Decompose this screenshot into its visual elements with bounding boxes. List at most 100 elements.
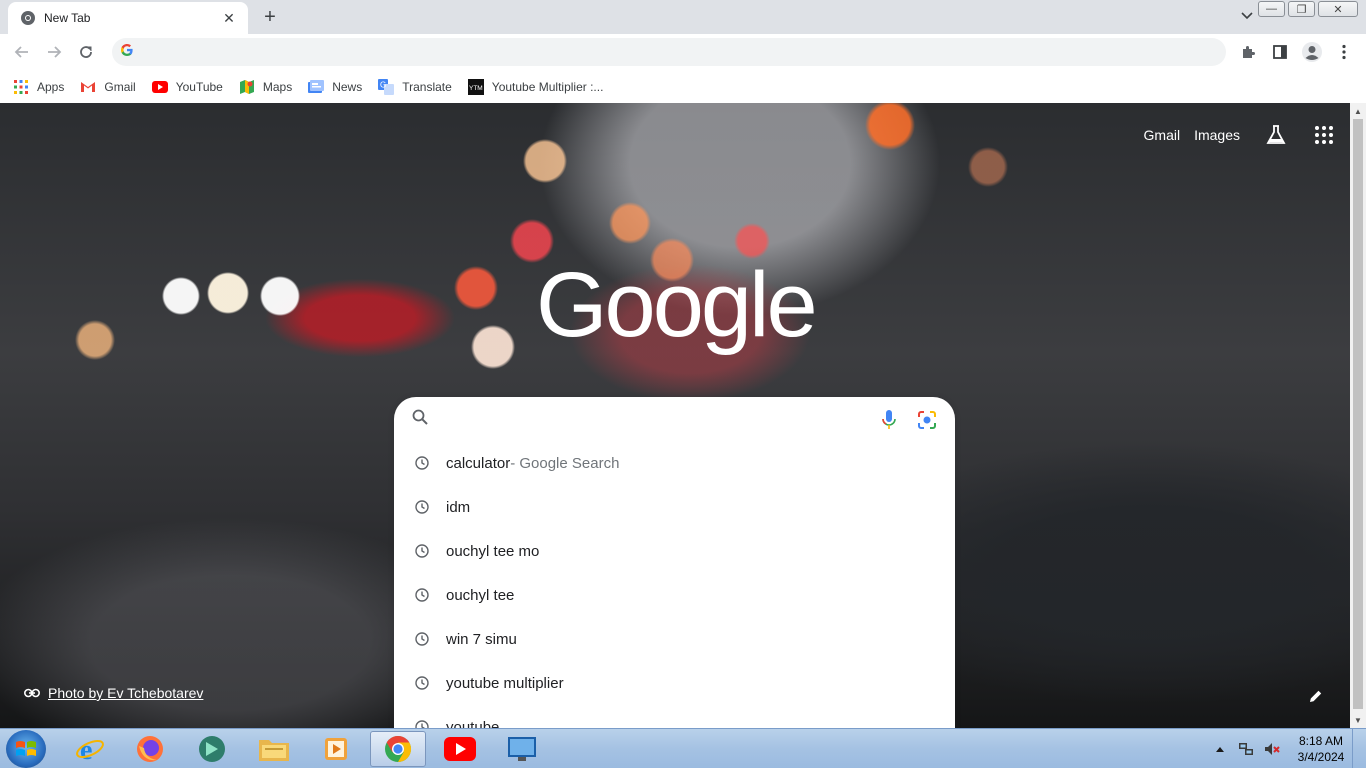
scroll-thumb[interactable] xyxy=(1353,119,1363,709)
bookmark-youtube-multiplier[interactable]: YTM Youtube Multiplier :... xyxy=(467,78,604,95)
suggestion-item[interactable]: idm xyxy=(394,485,955,529)
search-icon xyxy=(412,409,428,430)
suggestion-text: calculator xyxy=(446,454,511,472)
network-icon[interactable] xyxy=(1238,741,1254,757)
history-clock-icon xyxy=(414,719,430,728)
suggestion-text: ouchyl tee xyxy=(446,586,515,604)
side-panel-icon[interactable] xyxy=(1269,41,1291,63)
youtube-icon xyxy=(151,79,168,95)
images-link[interactable]: Images xyxy=(1194,127,1240,143)
omnibox[interactable] xyxy=(112,38,1226,66)
youtube-icon xyxy=(444,737,476,761)
windows-taskbar: e 8:18 AM 3/4/2024 xyxy=(0,728,1366,768)
media-player-icon xyxy=(325,738,347,760)
bookmark-apps[interactable]: Apps xyxy=(13,79,64,95)
extensions-icon[interactable] xyxy=(1237,41,1259,63)
google-apps-icon[interactable] xyxy=(1312,123,1336,147)
suggestion-item[interactable]: calculator - Google Search xyxy=(394,441,955,485)
apps-grid-icon xyxy=(13,79,29,95)
translate-icon: G xyxy=(378,78,395,95)
tab-strip: New Tab ✕ + — ❐ ✕ xyxy=(0,0,1366,34)
suggestion-text: youtube xyxy=(446,718,500,729)
omnibox-input[interactable] xyxy=(142,44,1226,60)
start-button[interactable] xyxy=(6,730,46,768)
forward-arrow-icon xyxy=(48,46,62,58)
labs-flask-icon[interactable] xyxy=(1264,123,1288,147)
bookmark-maps[interactable]: Maps xyxy=(239,79,292,95)
svg-text:e: e xyxy=(80,735,92,764)
bookmark-label: Youtube Multiplier :... xyxy=(491,79,604,94)
scroll-up-arrow-icon[interactable]: ▲ xyxy=(1350,103,1366,119)
suggestions-list: calculator - Google Search idm ouchyl te… xyxy=(394,441,955,728)
new-tab-page: Gmail Images Google calculator - Google … xyxy=(0,103,1350,728)
google-lens-icon[interactable] xyxy=(916,409,938,431)
taskbar-internet-explorer[interactable]: e xyxy=(62,731,118,767)
new-tab-button[interactable]: + xyxy=(258,5,282,29)
ntp-header-links: Gmail Images xyxy=(1144,123,1350,147)
taskbar-youtube[interactable] xyxy=(432,731,488,767)
bookmark-label: Translate xyxy=(402,79,452,94)
taskbar-chrome[interactable] xyxy=(370,731,426,767)
google-g-icon xyxy=(120,43,134,62)
suggestion-text: youtube multiplier xyxy=(446,674,564,692)
bookmark-gmail[interactable]: Gmail xyxy=(80,79,136,95)
suggestion-text: win 7 simu xyxy=(446,630,517,648)
tab-new-tab[interactable]: New Tab ✕ xyxy=(8,2,248,34)
gmail-link[interactable]: Gmail xyxy=(1144,127,1181,143)
suggestion-text: idm xyxy=(446,498,471,516)
internet-explorer-icon: e xyxy=(76,735,104,764)
taskbar-vpn-app[interactable] xyxy=(184,731,240,767)
search-input[interactable] xyxy=(442,405,862,433)
tab-search-icon[interactable] xyxy=(1238,7,1256,25)
history-clock-icon xyxy=(414,631,430,647)
page-scrollbar[interactable]: ▲ ▼ xyxy=(1350,103,1366,728)
maps-icon xyxy=(239,79,255,95)
profile-avatar-icon[interactable] xyxy=(1301,41,1323,63)
suggestion-item[interactable]: youtube xyxy=(394,705,955,728)
close-window-button[interactable]: ✕ xyxy=(1318,1,1358,17)
taskbar-clock[interactable]: 8:18 AM 3/4/2024 xyxy=(1290,733,1352,765)
show-hidden-icons-arrow-icon[interactable] xyxy=(1212,741,1228,757)
search-box: calculator - Google Search idm ouchyl te… xyxy=(394,397,955,728)
tab-title: New Tab xyxy=(44,11,91,25)
history-clock-icon xyxy=(414,499,430,515)
suggestion-suffix: - Google Search xyxy=(510,454,620,472)
voice-search-mic-icon[interactable] xyxy=(880,409,898,431)
search-row xyxy=(394,397,955,441)
back-button[interactable] xyxy=(10,40,34,64)
remote-desktop-icon xyxy=(508,737,536,761)
gmail-icon xyxy=(80,79,96,95)
bookmark-label: Apps xyxy=(37,79,65,94)
scroll-down-arrow-icon[interactable]: ▼ xyxy=(1350,712,1366,728)
bookmark-news[interactable]: News xyxy=(308,79,362,95)
bookmarks-bar: Apps Gmail YouTube Maps News G Translate… xyxy=(0,70,1366,103)
suggestion-item[interactable]: ouchyl tee xyxy=(394,573,955,617)
photo-credit-text: Photo by Ev Tchebotarev xyxy=(48,685,204,701)
taskbar-remote-desktop[interactable] xyxy=(494,731,550,767)
taskbar-file-explorer[interactable] xyxy=(246,731,302,767)
forward-button[interactable] xyxy=(42,40,66,64)
suggestion-item[interactable]: win 7 simu xyxy=(394,617,955,661)
minimize-button[interactable]: — xyxy=(1258,1,1285,17)
restore-button[interactable]: ❐ xyxy=(1288,1,1315,17)
svg-text:YTM: YTM xyxy=(469,85,483,92)
chrome-menu-icon[interactable] xyxy=(1333,41,1355,63)
volume-muted-icon[interactable] xyxy=(1264,741,1280,757)
bookmark-label: YouTube xyxy=(175,79,223,94)
show-desktop-button[interactable] xyxy=(1352,729,1366,768)
suggestion-item[interactable]: youtube multiplier xyxy=(394,661,955,705)
bookmark-label: Gmail xyxy=(104,79,136,94)
customize-pencil-icon[interactable] xyxy=(1306,686,1326,706)
taskbar-firefox[interactable] xyxy=(122,731,178,767)
taskbar-media-player[interactable] xyxy=(308,731,364,767)
bookmark-youtube[interactable]: YouTube xyxy=(151,79,223,95)
bookmark-label: News xyxy=(332,79,363,94)
history-clock-icon xyxy=(414,675,430,691)
photo-credit-link[interactable]: Photo by Ev Tchebotarev xyxy=(24,685,203,701)
reload-button[interactable] xyxy=(74,40,98,64)
reload-icon xyxy=(80,46,92,58)
news-icon xyxy=(308,79,325,95)
bookmark-translate[interactable]: G Translate xyxy=(378,78,452,95)
tab-close-icon[interactable]: ✕ xyxy=(220,9,238,27)
suggestion-item[interactable]: ouchyl tee mo xyxy=(394,529,955,573)
